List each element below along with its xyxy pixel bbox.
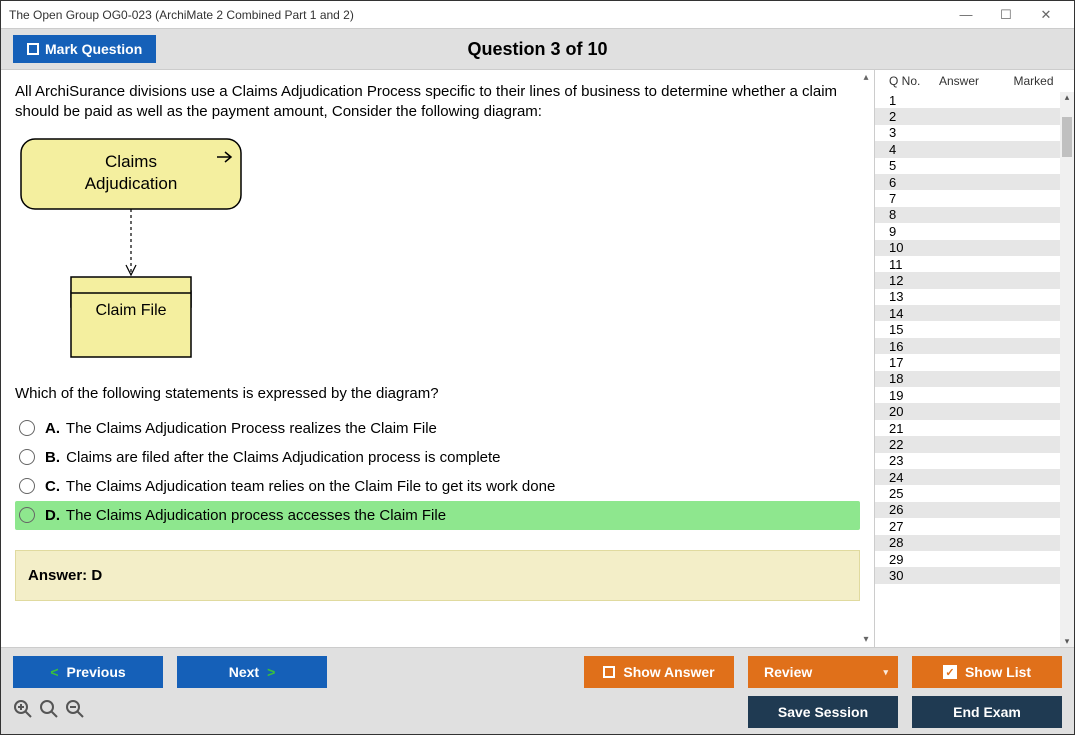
list-item[interactable]: 13 bbox=[875, 289, 1074, 305]
list-item[interactable]: 24 bbox=[875, 469, 1074, 485]
col-qno: Q No. bbox=[889, 74, 939, 88]
sidebar-scrollbar[interactable]: ▴ ▾ bbox=[1060, 92, 1074, 647]
option-b[interactable]: B. Claims are filed after the Claims Adj… bbox=[15, 443, 860, 472]
end-exam-button[interactable]: End Exam bbox=[912, 696, 1062, 728]
close-button[interactable]: ✕ bbox=[1026, 1, 1066, 29]
question-list-header: Q No. Answer Marked bbox=[875, 70, 1074, 92]
show-list-button[interactable]: ✓ Show List bbox=[912, 656, 1062, 688]
scroll-down-icon[interactable]: ▾ bbox=[1065, 636, 1070, 647]
scroll-up-icon[interactable]: ▴ bbox=[1065, 92, 1070, 103]
list-item[interactable]: 11 bbox=[875, 256, 1074, 272]
option-a[interactable]: A. The Claims Adjudication Process reali… bbox=[15, 414, 860, 443]
zoom-controls bbox=[13, 699, 85, 725]
list-item[interactable]: 27 bbox=[875, 518, 1074, 534]
list-item[interactable]: 12 bbox=[875, 272, 1074, 288]
diagram: Claims Adjudication Claim File bbox=[15, 133, 860, 368]
option-d[interactable]: D. The Claims Adjudication process acces… bbox=[15, 501, 860, 530]
list-item[interactable]: 10 bbox=[875, 240, 1074, 256]
answer-box: Answer: D bbox=[15, 550, 860, 601]
list-item[interactable]: 29 bbox=[875, 551, 1074, 567]
minimize-button[interactable]: — bbox=[946, 1, 986, 29]
header-bar: Mark Question Question 3 of 10 bbox=[1, 29, 1074, 70]
list-item[interactable]: 2 bbox=[875, 108, 1074, 124]
scrollbar-thumb[interactable] bbox=[1062, 117, 1072, 157]
radio-icon bbox=[19, 449, 35, 465]
previous-button[interactable]: < Previous bbox=[13, 656, 163, 688]
list-item[interactable]: 16 bbox=[875, 338, 1074, 354]
maximize-button[interactable]: ☐ bbox=[986, 1, 1026, 29]
radio-icon bbox=[19, 507, 35, 523]
chevron-left-icon: < bbox=[50, 664, 58, 680]
list-item[interactable]: 25 bbox=[875, 485, 1074, 501]
list-item[interactable]: 22 bbox=[875, 436, 1074, 452]
list-item[interactable]: 17 bbox=[875, 354, 1074, 370]
main-area: ▴ ▾ All ArchiSurance divisions use a Cla… bbox=[1, 70, 1074, 647]
zoom-reset-icon[interactable] bbox=[13, 699, 33, 725]
list-item[interactable]: 5 bbox=[875, 158, 1074, 174]
dropdown-icon: ▾ bbox=[883, 667, 888, 678]
app-window: The Open Group OG0-023 (ArchiMate 2 Comb… bbox=[0, 0, 1075, 735]
titlebar: The Open Group OG0-023 (ArchiMate 2 Comb… bbox=[1, 1, 1074, 29]
list-item[interactable]: 9 bbox=[875, 223, 1074, 239]
list-item[interactable]: 26 bbox=[875, 502, 1074, 518]
content-scroll: ▴ ▾ All ArchiSurance divisions use a Cla… bbox=[1, 70, 874, 647]
mark-question-button[interactable]: Mark Question bbox=[13, 35, 156, 63]
list-item[interactable]: 8 bbox=[875, 207, 1074, 223]
question-prompt: Which of the following statements is exp… bbox=[15, 384, 860, 404]
scroll-up-icon[interactable]: ▴ bbox=[863, 72, 868, 83]
list-item[interactable]: 30 bbox=[875, 567, 1074, 583]
show-answer-button[interactable]: Show Answer bbox=[584, 656, 734, 688]
list-item[interactable]: 23 bbox=[875, 453, 1074, 469]
svg-text:Adjudication: Adjudication bbox=[85, 174, 178, 193]
zoom-in-icon[interactable] bbox=[39, 699, 59, 725]
review-button[interactable]: Review ▾ bbox=[748, 656, 898, 688]
list-item[interactable]: 3 bbox=[875, 125, 1074, 141]
radio-icon bbox=[19, 478, 35, 494]
footer-row-1: < Previous Next > Show Answer Review ▾ ✓… bbox=[13, 656, 1062, 688]
window-title: The Open Group OG0-023 (ArchiMate 2 Comb… bbox=[9, 8, 946, 22]
footer-bar: < Previous Next > Show Answer Review ▾ ✓… bbox=[1, 647, 1074, 734]
question-counter: Question 3 of 10 bbox=[467, 39, 607, 60]
list-item[interactable]: 28 bbox=[875, 535, 1074, 551]
options-list: A. The Claims Adjudication Process reali… bbox=[15, 414, 860, 530]
list-item[interactable]: 20 bbox=[875, 403, 1074, 419]
radio-icon bbox=[19, 420, 35, 436]
svg-text:Claim File: Claim File bbox=[95, 302, 166, 319]
content-column: ▴ ▾ All ArchiSurance divisions use a Cla… bbox=[1, 70, 874, 647]
list-item[interactable]: 21 bbox=[875, 420, 1074, 436]
zoom-out-icon[interactable] bbox=[65, 699, 85, 725]
checkbox-icon bbox=[603, 666, 615, 678]
svg-text:Claims: Claims bbox=[105, 152, 157, 171]
footer-row-2: Save Session End Exam bbox=[13, 696, 1062, 728]
col-marked: Marked bbox=[999, 74, 1068, 88]
next-button[interactable]: Next > bbox=[177, 656, 327, 688]
content-scrollbar[interactable]: ▴ ▾ bbox=[858, 70, 874, 647]
list-item[interactable]: 15 bbox=[875, 321, 1074, 337]
diagram-svg: Claims Adjudication Claim File bbox=[15, 133, 275, 363]
question-text: All ArchiSurance divisions use a Claims … bbox=[15, 82, 860, 123]
scroll-down-icon[interactable]: ▾ bbox=[863, 634, 868, 645]
save-session-button[interactable]: Save Session bbox=[748, 696, 898, 728]
list-item[interactable]: 18 bbox=[875, 371, 1074, 387]
list-item[interactable]: 7 bbox=[875, 190, 1074, 206]
list-item[interactable]: 19 bbox=[875, 387, 1074, 403]
question-list: ▴ ▾ 1 2 3 4 5 6 7 8 9 10 11 12 13 14 15 bbox=[875, 92, 1074, 647]
list-item[interactable]: 6 bbox=[875, 174, 1074, 190]
option-c[interactable]: C. The Claims Adjudication team relies o… bbox=[15, 472, 860, 501]
chevron-right-icon: > bbox=[267, 664, 275, 680]
checked-box-icon: ✓ bbox=[943, 665, 957, 679]
mark-question-label: Mark Question bbox=[45, 41, 142, 57]
list-item[interactable]: 14 bbox=[875, 305, 1074, 321]
answer-text: Answer: D bbox=[28, 567, 102, 584]
window-controls: — ☐ ✕ bbox=[946, 1, 1066, 29]
list-item[interactable]: 4 bbox=[875, 141, 1074, 157]
question-list-panel: Q No. Answer Marked ▴ ▾ 1 2 3 4 5 6 7 8 bbox=[874, 70, 1074, 647]
checkbox-icon bbox=[27, 43, 39, 55]
col-answer: Answer bbox=[939, 74, 999, 88]
list-item[interactable]: 1 bbox=[875, 92, 1074, 108]
